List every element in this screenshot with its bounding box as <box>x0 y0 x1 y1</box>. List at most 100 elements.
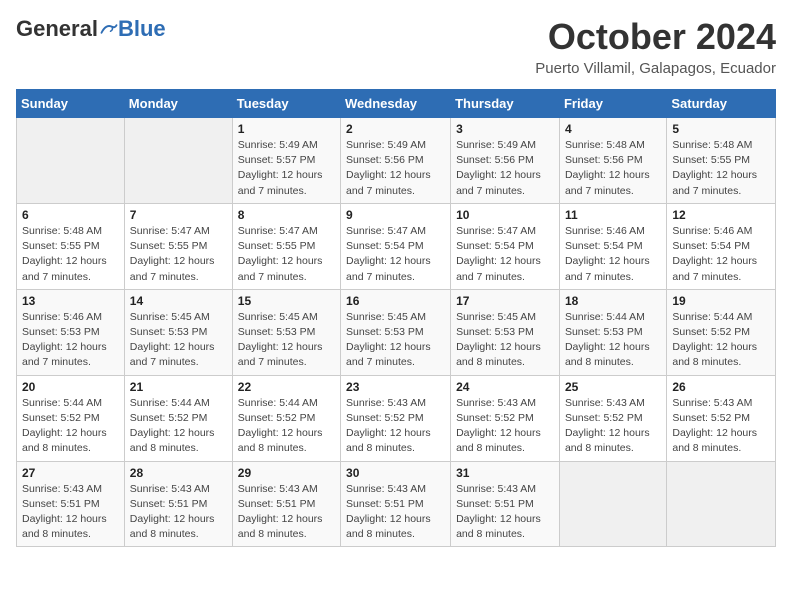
logo-bird-icon <box>100 20 118 38</box>
calendar-cell: 27Sunrise: 5:43 AM Sunset: 5:51 PM Dayli… <box>17 461 125 547</box>
day-number: 16 <box>346 294 445 308</box>
calendar-cell: 23 Sunrise: 5:43 AM Sunset: 5:52 PM Dayli… <box>341 375 451 461</box>
day-number: 22 <box>238 380 335 394</box>
day-of-week-header: Tuesday <box>232 90 340 118</box>
calendar-cell: 28 Sunrise: 5:43 AM Sunset: 5:51 PM Dayli… <box>124 461 232 547</box>
day-detail: Sunrise: 5:49 AM Sunset: 5:56 PM Dayligh… <box>456 138 554 199</box>
location-subtitle: Puerto Villamil, Galapagos, Ecuador <box>535 60 776 77</box>
calendar-cell: 22 Sunrise: 5:44 AM Sunset: 5:52 PM Dayli… <box>232 375 340 461</box>
day-detail: Sunrise: 5:47 AM Sunset: 5:54 PM Dayligh… <box>346 224 445 285</box>
calendar-cell: 5 Sunrise: 5:48 AM Sunset: 5:55 PM Daylig… <box>667 118 776 204</box>
calendar-cell: 10 Sunrise: 5:47 AM Sunset: 5:54 PM Dayli… <box>451 203 560 289</box>
day-detail: Sunrise: 5:47 AM Sunset: 5:54 PM Dayligh… <box>456 224 554 285</box>
day-number: 8 <box>238 208 335 222</box>
day-number: 2 <box>346 122 445 136</box>
day-detail: Sunrise: 5:43 AM Sunset: 5:51 PM Dayligh… <box>130 482 227 543</box>
day-detail: Sunrise: 5:44 AM Sunset: 5:52 PM Dayligh… <box>238 396 335 457</box>
day-of-week-header: Friday <box>559 90 666 118</box>
day-of-week-header: Saturday <box>667 90 776 118</box>
calendar-cell: 17 Sunrise: 5:45 AM Sunset: 5:53 PM Dayli… <box>451 289 560 375</box>
day-detail: Sunrise: 5:43 AM Sunset: 5:51 PM Dayligh… <box>238 482 335 543</box>
day-number: 4 <box>565 122 661 136</box>
calendar-cell: 19Sunrise: 5:44 AM Sunset: 5:52 PM Dayli… <box>667 289 776 375</box>
calendar-cell: 20Sunrise: 5:44 AM Sunset: 5:52 PM Dayli… <box>17 375 125 461</box>
day-detail: Sunrise: 5:44 AM Sunset: 5:53 PM Dayligh… <box>565 310 661 371</box>
day-detail: Sunrise: 5:44 AM Sunset: 5:52 PM Dayligh… <box>672 310 770 371</box>
day-number: 30 <box>346 466 445 480</box>
logo: General Blue <box>16 16 166 42</box>
day-number: 15 <box>238 294 335 308</box>
day-number: 26 <box>672 380 770 394</box>
day-detail: Sunrise: 5:43 AM Sunset: 5:52 PM Dayligh… <box>456 396 554 457</box>
day-number: 14 <box>130 294 227 308</box>
day-of-week-header: Thursday <box>451 90 560 118</box>
day-number: 25 <box>565 380 661 394</box>
calendar-cell <box>559 461 666 547</box>
day-number: 11 <box>565 208 661 222</box>
calendar-week-row: 6 Sunrise: 5:48 AM Sunset: 5:55 PM Daylig… <box>17 203 776 289</box>
calendar-cell: 30 Sunrise: 5:43 AM Sunset: 5:51 PM Dayli… <box>341 461 451 547</box>
calendar-week-row: 1 Sunrise: 5:49 AM Sunset: 5:57 PM Daylig… <box>17 118 776 204</box>
calendar-cell: 13 Sunrise: 5:46 AM Sunset: 5:53 PM Dayli… <box>17 289 125 375</box>
month-title: October 2024 <box>535 16 776 58</box>
day-number: 1 <box>238 122 335 136</box>
calendar-cell: 7 Sunrise: 5:47 AM Sunset: 5:55 PM Daylig… <box>124 203 232 289</box>
day-number: 6 <box>22 208 119 222</box>
day-detail: Sunrise: 5:45 AM Sunset: 5:53 PM Dayligh… <box>456 310 554 371</box>
calendar-body: 1 Sunrise: 5:49 AM Sunset: 5:57 PM Daylig… <box>17 118 776 547</box>
day-of-week-header: Sunday <box>17 90 125 118</box>
day-detail: Sunrise: 5:49 AM Sunset: 5:57 PM Dayligh… <box>238 138 335 199</box>
calendar-cell: 6 Sunrise: 5:48 AM Sunset: 5:55 PM Daylig… <box>17 203 125 289</box>
calendar-cell <box>17 118 125 204</box>
day-number: 31 <box>456 466 554 480</box>
day-number: 13 <box>22 294 119 308</box>
day-detail: Sunrise: 5:45 AM Sunset: 5:53 PM Dayligh… <box>130 310 227 371</box>
day-detail: Sunrise: 5:43 AM Sunset: 5:52 PM Dayligh… <box>672 396 770 457</box>
calendar-cell: 11Sunrise: 5:46 AM Sunset: 5:54 PM Dayli… <box>559 203 666 289</box>
day-detail: Sunrise: 5:48 AM Sunset: 5:55 PM Dayligh… <box>672 138 770 199</box>
day-number: 5 <box>672 122 770 136</box>
day-detail: Sunrise: 5:46 AM Sunset: 5:53 PM Dayligh… <box>22 310 119 371</box>
day-detail: Sunrise: 5:43 AM Sunset: 5:51 PM Dayligh… <box>456 482 554 543</box>
calendar-cell: 12Sunrise: 5:46 AM Sunset: 5:54 PM Dayli… <box>667 203 776 289</box>
day-detail: Sunrise: 5:43 AM Sunset: 5:51 PM Dayligh… <box>346 482 445 543</box>
day-number: 23 <box>346 380 445 394</box>
calendar-cell: 25 Sunrise: 5:43 AM Sunset: 5:52 PM Dayli… <box>559 375 666 461</box>
calendar-cell: 18Sunrise: 5:44 AM Sunset: 5:53 PM Dayli… <box>559 289 666 375</box>
calendar-cell: 2 Sunrise: 5:49 AM Sunset: 5:56 PM Daylig… <box>341 118 451 204</box>
day-number: 21 <box>130 380 227 394</box>
calendar-cell <box>667 461 776 547</box>
calendar-cell: 1 Sunrise: 5:49 AM Sunset: 5:57 PM Daylig… <box>232 118 340 204</box>
day-detail: Sunrise: 5:44 AM Sunset: 5:52 PM Dayligh… <box>130 396 227 457</box>
day-detail: Sunrise: 5:49 AM Sunset: 5:56 PM Dayligh… <box>346 138 445 199</box>
day-detail: Sunrise: 5:43 AM Sunset: 5:52 PM Dayligh… <box>346 396 445 457</box>
day-number: 28 <box>130 466 227 480</box>
day-detail: Sunrise: 5:43 AM Sunset: 5:51 PM Dayligh… <box>22 482 119 543</box>
calendar-cell: 8Sunrise: 5:47 AM Sunset: 5:55 PM Daylig… <box>232 203 340 289</box>
day-number: 10 <box>456 208 554 222</box>
logo-general-text: General <box>16 16 98 42</box>
calendar-cell: 16Sunrise: 5:45 AM Sunset: 5:53 PM Dayli… <box>341 289 451 375</box>
calendar-cell: 24 Sunrise: 5:43 AM Sunset: 5:52 PM Dayli… <box>451 375 560 461</box>
day-number: 12 <box>672 208 770 222</box>
logo-blue-text: Blue <box>118 16 166 42</box>
day-number: 24 <box>456 380 554 394</box>
calendar-cell: 14 Sunrise: 5:45 AM Sunset: 5:53 PM Dayli… <box>124 289 232 375</box>
calendar-cell: 21 Sunrise: 5:44 AM Sunset: 5:52 PM Dayli… <box>124 375 232 461</box>
day-of-week-header: Monday <box>124 90 232 118</box>
calendar-cell: 4Sunrise: 5:48 AM Sunset: 5:56 PM Daylig… <box>559 118 666 204</box>
day-detail: Sunrise: 5:45 AM Sunset: 5:53 PM Dayligh… <box>238 310 335 371</box>
calendar-cell: 9 Sunrise: 5:47 AM Sunset: 5:54 PM Daylig… <box>341 203 451 289</box>
day-detail: Sunrise: 5:48 AM Sunset: 5:55 PM Dayligh… <box>22 224 119 285</box>
day-detail: Sunrise: 5:43 AM Sunset: 5:52 PM Dayligh… <box>565 396 661 457</box>
calendar-cell: 3Sunrise: 5:49 AM Sunset: 5:56 PM Daylig… <box>451 118 560 204</box>
calendar-cell: 31 Sunrise: 5:43 AM Sunset: 5:51 PM Dayli… <box>451 461 560 547</box>
day-number: 7 <box>130 208 227 222</box>
calendar-cell: 29Sunrise: 5:43 AM Sunset: 5:51 PM Dayli… <box>232 461 340 547</box>
day-detail: Sunrise: 5:47 AM Sunset: 5:55 PM Dayligh… <box>130 224 227 285</box>
day-number: 17 <box>456 294 554 308</box>
day-number: 9 <box>346 208 445 222</box>
day-detail: Sunrise: 5:44 AM Sunset: 5:52 PM Dayligh… <box>22 396 119 457</box>
calendar-cell <box>124 118 232 204</box>
calendar-cell: 15 Sunrise: 5:45 AM Sunset: 5:53 PM Dayli… <box>232 289 340 375</box>
